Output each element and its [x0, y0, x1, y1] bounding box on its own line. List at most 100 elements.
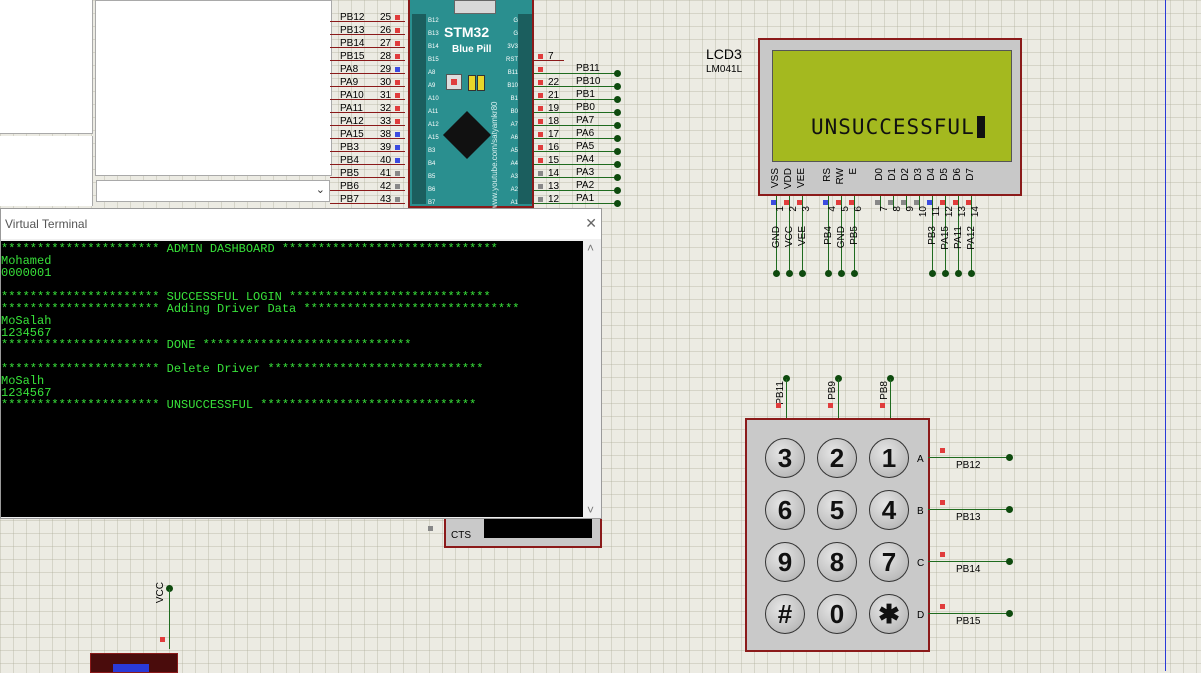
terminal-line: 0000001 [1, 266, 52, 280]
scroll-up-icon[interactable]: ˄ [587, 241, 594, 255]
lcd-pin-number: 7 [879, 206, 890, 212]
keypad[interactable]: 3 2 1 A 6 5 4 B 9 8 7 C #0 ✱ D [745, 418, 930, 652]
inner-pin-label: B6 [428, 187, 436, 193]
combo-box[interactable]: ⌄ [96, 180, 330, 202]
inner-pin-label: B4 [428, 161, 436, 167]
lcd-net-label: PB4 [823, 226, 834, 245]
stm32-board[interactable]: STM32 Blue Pill www.youtube.com/satyamkr… [408, 0, 534, 210]
vcc-wire [169, 589, 170, 649]
inner-pin-label: A8 [428, 70, 436, 76]
chevron-down-icon: ⌄ [315, 184, 325, 196]
lcd-pin-name: D3 [913, 168, 924, 181]
pin-marker [395, 145, 400, 150]
pin-label: PB14 [340, 38, 365, 49]
lcd-pin-number: 13 [957, 206, 968, 218]
left-header [412, 14, 426, 204]
virtual-terminal-window[interactable]: Virtual Terminal ✕ *********************… [0, 208, 602, 519]
lcd-pin-number: 4 [827, 206, 838, 212]
bottom-component[interactable] [90, 653, 178, 673]
jumper-2[interactable] [477, 75, 485, 91]
board-subtitle: Blue Pill [452, 44, 492, 55]
lcd-pin-marker [927, 200, 932, 205]
lcd-pin-name: VEE [796, 168, 807, 189]
lcd-pins: VSS 1 GND VDD 2 VCC VEE 3 VEE RS 4 PB4 RW 5 GND E 6 PB5 D0… [770, 168, 1010, 278]
keypad-key[interactable]: 4 [869, 490, 909, 530]
scroll-down-icon[interactable]: ˅ [587, 503, 594, 517]
pin-marker [395, 197, 400, 202]
keypad-key[interactable]: 9 [765, 542, 805, 582]
pin-marker [395, 54, 400, 59]
terminal-line: ********************** ADMIN DASHBOARD *… [1, 242, 498, 256]
pin-node [614, 96, 621, 103]
lcd-pin-name: D5 [939, 168, 950, 181]
pin-number: 39 [380, 142, 392, 153]
lcd-pin-number: 14 [970, 206, 981, 218]
pin-marker [538, 54, 543, 59]
keypad-key[interactable]: ✱ [869, 594, 909, 634]
keypad-rows: PB12 PB13 PB14 PB15 [928, 440, 1018, 640]
terminal-titlebar[interactable]: Virtual Terminal ✕ [1, 209, 601, 239]
pin-label: PA11 [340, 103, 363, 114]
pin-marker [395, 15, 400, 20]
cts-pin-marker [428, 526, 433, 531]
lcd-pin-marker [836, 200, 841, 205]
terminal-scrollbar[interactable]: ˄ ˅ [583, 241, 600, 517]
inner-pin-label: G [513, 18, 518, 24]
jumper-1[interactable] [468, 75, 476, 91]
pin-number: 12 [548, 194, 560, 205]
pin-marker [395, 106, 400, 111]
pin-label: PA6 [576, 128, 595, 139]
terminal-output[interactable]: ********************** ADMIN DASHBOARD *… [1, 241, 583, 517]
inner-pin-label: 3V3 [507, 44, 518, 50]
lcd-net-node [773, 270, 780, 277]
lcd-pin-name: D6 [952, 168, 963, 181]
pin-label: PB11 [576, 63, 600, 74]
inner-pin-label: B7 [428, 200, 436, 206]
keypad-key[interactable]: # [765, 594, 805, 634]
pin-label: PA1 [576, 193, 595, 204]
lcd-net-node [786, 270, 793, 277]
lcd-pin-name: RS [822, 168, 833, 182]
keypad-row-wire [928, 457, 1008, 458]
keypad-key[interactable]: 7 [869, 542, 909, 582]
reset-button[interactable] [446, 74, 462, 90]
pin-number: 7 [548, 51, 554, 62]
pin-marker [395, 132, 400, 137]
pin-number: 38 [380, 129, 392, 140]
pin-node [614, 161, 621, 168]
terminal-line: Mohamed [1, 254, 52, 268]
usb-connector [454, 0, 496, 14]
pin-node [614, 174, 621, 181]
pin-number: 41 [380, 168, 392, 179]
pin-number: 43 [380, 194, 392, 205]
pin-label: PB7 [340, 194, 359, 205]
pin-label: PB0 [576, 102, 595, 113]
inner-pin-label: B3 [428, 148, 436, 154]
pin-number: 32 [380, 103, 392, 114]
pin-label: PB6 [340, 181, 359, 192]
keypad-key[interactable]: 2 [817, 438, 857, 478]
keypad-key[interactable]: 8 [817, 542, 857, 582]
lcd-net-node [968, 270, 975, 277]
pin-label: PA8 [340, 64, 359, 75]
inner-pin-label: A12 [428, 122, 439, 128]
keypad-row-wire [928, 509, 1008, 510]
lcd-pin-number: 9 [905, 206, 916, 212]
lcd-text: UNSUCCESSFUL [811, 115, 985, 139]
inner-pin-label: A7 [510, 122, 518, 128]
inner-pin-label: A6 [510, 135, 518, 141]
pin-marker [538, 119, 543, 124]
left-panel-lower [0, 136, 93, 206]
pin-marker [395, 80, 400, 85]
pin-marker [395, 158, 400, 163]
close-icon[interactable]: ✕ [585, 215, 597, 232]
keypad-key[interactable]: 5 [817, 490, 857, 530]
pin-marker [395, 28, 400, 33]
keypad-key[interactable]: 3 [765, 438, 805, 478]
keypad-col-marker [828, 403, 833, 408]
keypad-key[interactable]: 6 [765, 490, 805, 530]
lcd-net-label: PB5 [849, 226, 860, 245]
keypad-key[interactable]: 1 [869, 438, 909, 478]
keypad-key[interactable]: 0 [817, 594, 857, 634]
right-header [518, 14, 532, 204]
